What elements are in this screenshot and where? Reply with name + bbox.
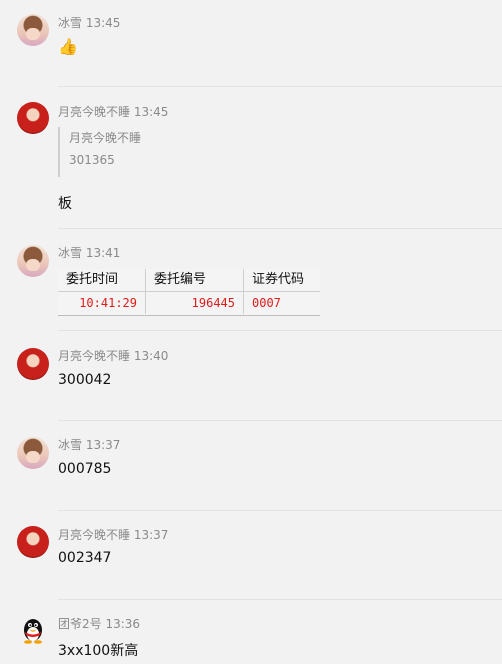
image-cell: 10:41:29: [58, 292, 146, 314]
message-text: 3xx100新高: [58, 643, 139, 659]
avatar[interactable]: [17, 348, 49, 380]
sender-meta: 月亮今晚不睡 13:40: [58, 349, 169, 363]
message-text: 300042: [58, 372, 112, 388]
divider: [58, 86, 502, 87]
image-cell: 0007: [252, 296, 281, 310]
quote-text: 301365: [69, 153, 115, 167]
sender-meta: 冰雪 13:41: [58, 246, 121, 260]
quote-author: 月亮今晚不睡: [69, 131, 142, 145]
image-header-cell: 委托编号: [146, 269, 244, 291]
screenshot-image[interactable]: 委托时间 委托编号 证券代码 10:41:29 196445 0007: [58, 269, 320, 316]
avatar[interactable]: [17, 14, 49, 46]
sender-meta: 冰雪 13:37: [58, 438, 121, 452]
avatar[interactable]: [17, 102, 49, 134]
sender-meta: 月亮今晚不睡 13:37: [58, 528, 169, 542]
penguin-icon: [24, 619, 42, 644]
image-header-cell: 委托时间: [58, 269, 146, 291]
avatar[interactable]: [17, 615, 49, 647]
sender-meta: 团爷2号 13:36: [58, 617, 141, 631]
divider: [58, 228, 502, 229]
sender-meta: 冰雪 13:45: [58, 16, 121, 30]
message-text: 板: [58, 196, 72, 212]
image-table-row: 10:41:29 196445 0007: [58, 292, 320, 314]
quoted-message[interactable]: 月亮今晚不睡 301365: [58, 127, 141, 177]
avatar[interactable]: [17, 245, 49, 277]
image-table-header: 委托时间 委托编号 证券代码: [58, 269, 320, 292]
divider: [58, 510, 502, 511]
sender-meta: 月亮今晚不睡 13:45: [58, 105, 169, 119]
image-header-cell: 证券代码: [252, 272, 305, 287]
divider: [58, 599, 502, 600]
thumbs-up-emoji: 👍: [58, 37, 78, 56]
divider: [58, 420, 502, 421]
message-text: 000785: [58, 461, 112, 477]
avatar[interactable]: [17, 437, 49, 469]
divider: [58, 330, 502, 331]
avatar[interactable]: [17, 526, 49, 558]
image-cell: 196445: [146, 292, 244, 314]
message-text: 002347: [58, 550, 112, 566]
